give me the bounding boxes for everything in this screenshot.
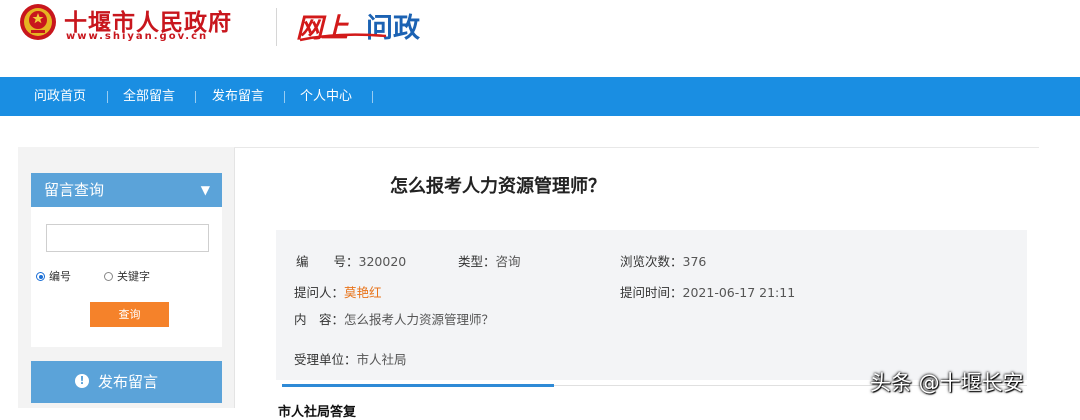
info-asker: 提问人：莫艳红 bbox=[294, 282, 382, 301]
department-value: 市人社局 bbox=[356, 352, 407, 367]
info-type: 类型：咨询 bbox=[458, 251, 521, 270]
content-value: 怎么报考人力资源管理师？ bbox=[344, 312, 495, 327]
radio-number-label: 编号 bbox=[49, 270, 71, 283]
question-info-box: 编 号：320020 类型：咨询 浏览次数：376 提问人：莫艳红 提问时间：2… bbox=[276, 230, 1027, 380]
watermark: 头条 @十堰长安 bbox=[870, 371, 1024, 395]
radio-checked-icon bbox=[36, 272, 45, 281]
asker-value: 莫艳红 bbox=[344, 285, 382, 300]
number-label: 编 号： bbox=[296, 254, 359, 269]
content-top-border bbox=[234, 147, 1039, 148]
time-label: 提问时间： bbox=[620, 285, 683, 300]
brand-swoosh-icon bbox=[299, 33, 387, 42]
content-label: 内 容： bbox=[294, 312, 345, 327]
active-tab-indicator bbox=[282, 384, 554, 387]
views-label: 浏览次数： bbox=[620, 254, 683, 269]
info-views: 浏览次数：376 bbox=[620, 251, 706, 270]
caret-down-icon: ▼ bbox=[200, 183, 210, 197]
type-value: 咨询 bbox=[495, 254, 521, 269]
number-value: 320020 bbox=[358, 254, 407, 269]
info-number: 编 号：320020 bbox=[296, 251, 406, 270]
exclamation-icon: ! bbox=[75, 374, 89, 388]
header-divider bbox=[276, 8, 277, 46]
query-panel-header[interactable]: 留言查询 ▼ bbox=[31, 173, 222, 207]
nav-separator bbox=[372, 91, 373, 103]
site-url[interactable]: www.shiyan.gov.cn bbox=[66, 31, 208, 42]
query-panel: 编号 关键字 查询 bbox=[31, 207, 222, 347]
query-panel-title: 留言查询 bbox=[44, 181, 105, 199]
radio-keyword-label: 关键字 bbox=[117, 270, 150, 283]
brand-logo[interactable]: 网上 问政 bbox=[296, 6, 441, 46]
nav-separator bbox=[107, 91, 108, 103]
publish-message-button[interactable]: ! 发布留言 bbox=[31, 361, 222, 403]
query-button[interactable]: 查询 bbox=[90, 302, 169, 327]
radio-keyword[interactable]: 关键字 bbox=[104, 268, 150, 283]
nav-item-personal-center[interactable]: 个人中心 bbox=[300, 77, 352, 116]
nav-separator bbox=[195, 91, 196, 103]
reply-heading: 市人社局答复 bbox=[278, 405, 357, 420]
question-title: 怎么报考人力资源管理师？ bbox=[390, 176, 606, 197]
nav-item-post-message[interactable]: 发布留言 bbox=[212, 77, 264, 116]
national-emblem-icon bbox=[20, 4, 56, 40]
views-value: 376 bbox=[682, 254, 707, 269]
asker-label: 提问人： bbox=[294, 285, 345, 300]
info-content: 内 容：怎么报考人力资源管理师？ bbox=[294, 309, 494, 328]
site-header: 十堰市人民政府 www.shiyan.gov.cn 网上 问政 bbox=[0, 0, 1080, 77]
type-label: 类型： bbox=[458, 254, 496, 269]
department-label: 受理单位： bbox=[294, 352, 357, 367]
nav-item-home[interactable]: 问政首页 bbox=[34, 77, 86, 116]
publish-message-label: 发布留言 bbox=[98, 373, 159, 391]
radio-unchecked-icon bbox=[104, 272, 113, 281]
main-nav: 问政首页 全部留言 发布留言 个人中心 bbox=[0, 77, 1080, 116]
time-value: 2021-06-17 21:11 bbox=[682, 285, 796, 300]
search-input[interactable] bbox=[46, 224, 209, 252]
nav-separator bbox=[284, 91, 285, 103]
radio-number[interactable]: 编号 bbox=[36, 268, 71, 283]
sidebar: 留言查询 ▼ 编号 关键字 查询 ! 发布留言 bbox=[18, 147, 235, 408]
nav-item-all-messages[interactable]: 全部留言 bbox=[123, 77, 175, 116]
info-time: 提问时间：2021-06-17 21:11 bbox=[620, 282, 795, 301]
info-department: 受理单位：市人社局 bbox=[294, 349, 407, 368]
